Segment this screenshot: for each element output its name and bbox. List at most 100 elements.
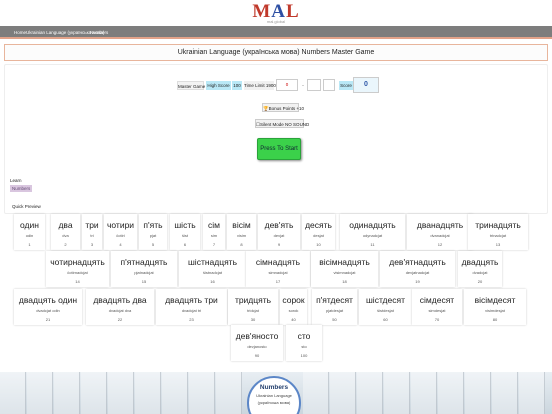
card-number: 19 (415, 279, 420, 284)
card-number: 100 (300, 353, 308, 358)
site-logo[interactable]: MAL mal.global (0, 0, 552, 26)
card-word: дев'ять (264, 220, 294, 230)
card-word: дев'ятнадцять (389, 257, 446, 267)
number-card[interactable]: вісімнадцять visimnadcjat 18 (311, 251, 378, 287)
card-transliteration: pjatnadcjat (134, 270, 154, 275)
card-number: 6 (183, 242, 187, 247)
score-value: 0 (353, 77, 379, 93)
bonus-points-label: Bonus Points +10 (268, 106, 305, 111)
number-card[interactable]: двадцять один dvadcjat odin 21 (14, 289, 82, 325)
number-card[interactable]: чотири čotiri 4 (104, 214, 137, 250)
silent-mode-toggle[interactable]: ☐Silent Mode NO SOUND (255, 119, 309, 128)
card-number: 90 (254, 353, 260, 358)
card-word: тридцять (234, 295, 272, 305)
card-transliteration: simnadcjat (268, 270, 288, 275)
card-word: двадцять (461, 257, 499, 267)
number-card[interactable]: три tri 3 (82, 214, 102, 250)
card-number: 22 (117, 317, 123, 322)
card-number: 12 (437, 242, 443, 247)
card-transliteration: visim (236, 233, 247, 238)
answer-input-left[interactable] (307, 79, 321, 91)
card-word: два (58, 220, 73, 230)
card-number: 8 (240, 242, 243, 247)
number-card[interactable]: один odin 1 (14, 214, 45, 250)
card-word: шістдесят (365, 295, 405, 305)
number-card[interactable]: двадцять dvadcjat 20 (458, 251, 502, 287)
card-transliteration: dvanadcjat (430, 233, 450, 238)
card-transliteration: dvadcjat odin (36, 308, 60, 313)
number-card[interactable]: десять desjat 10 (302, 214, 335, 250)
card-transliteration: šist (182, 233, 188, 238)
number-card[interactable]: дев'яносто devjanosto 90 (231, 325, 283, 361)
start-button[interactable]: Press To Start (257, 138, 301, 160)
number-card[interactable]: п'ятдесят pjatdesjat 50 (312, 289, 357, 325)
card-transliteration: visimnadcjat (333, 270, 356, 275)
learn-numbers-link[interactable]: Numbers (10, 185, 33, 192)
card-transliteration: sim (210, 233, 218, 238)
card-number: 11 (370, 242, 375, 247)
card-word: двадцять один (18, 295, 78, 305)
master-game-label: Master Game (177, 81, 205, 90)
card-number: 10 (316, 242, 321, 247)
number-card[interactable]: шістдесят šistdesjat 60 (359, 289, 412, 325)
number-card[interactable]: шістнадцять šistnadcjat 16 (179, 251, 246, 287)
number-card[interactable]: сімнадцять simnadcjat 17 (246, 251, 310, 287)
card-word: вісімдесят (474, 295, 516, 305)
number-card[interactable]: сто sto 100 (286, 325, 322, 361)
card-number: 7 (212, 242, 216, 247)
number-card[interactable]: двадцять два dvadcjat dva 22 (86, 289, 154, 325)
number-card[interactable]: чотирнадцять čotirnadcjat 14 (46, 251, 109, 287)
card-transliteration: desjat (313, 233, 324, 238)
card-word: шістнадцять (187, 257, 238, 267)
card-number: 16 (210, 279, 215, 284)
time-field[interactable]: 0 (276, 79, 298, 91)
number-card[interactable]: вісім visim 8 (227, 214, 256, 250)
card-word: сімнадцять (255, 257, 301, 267)
card-number: 23 (189, 317, 194, 322)
card-number: 40 (291, 317, 296, 322)
card-transliteration: devjanosto (247, 344, 267, 349)
card-transliteration: odin (25, 233, 34, 238)
number-card[interactable]: п'ятнадцять pjatnadcjat 15 (111, 251, 177, 287)
number-card[interactable]: сім sim 7 (203, 214, 225, 250)
card-number: 3 (90, 242, 94, 247)
number-card[interactable]: тринадцять trinadcjat 13 (468, 214, 528, 250)
card-number: 18 (342, 279, 347, 284)
card-number: 15 (141, 279, 147, 284)
card-transliteration: devjat (273, 233, 285, 238)
card-number: 5 (151, 242, 155, 247)
card-number: 2 (64, 242, 67, 247)
breadcrumb-home[interactable]: Home (14, 30, 26, 35)
number-card[interactable]: одинадцять odynadcjat 11 (340, 214, 405, 250)
number-card[interactable]: шість šist 6 (170, 214, 200, 250)
card-transliteration: simdesjat (428, 308, 446, 313)
card-word: тринадцять (475, 220, 521, 230)
number-card[interactable]: п'ять pjat 5 (139, 214, 167, 250)
card-transliteration: trinadcjat (489, 233, 507, 238)
card-word: дев'яносто (235, 331, 279, 341)
promo-line-1: Ukrainian Language (256, 393, 292, 398)
breadcrumb-section[interactable]: Numbers (90, 30, 108, 35)
answer-input-right[interactable] (323, 79, 335, 91)
card-word: один (20, 220, 39, 230)
card-transliteration: tridcjat (247, 308, 259, 313)
card-number: 4 (119, 242, 122, 247)
score-label: Score (339, 81, 353, 90)
card-word: двадцять два (93, 295, 147, 305)
card-number: 70 (434, 317, 440, 322)
learn-label: Learn (10, 178, 22, 183)
number-card[interactable]: дев'ять devjat 9 (258, 214, 300, 250)
card-transliteration: sto (301, 344, 307, 349)
number-card[interactable]: сорок sorok 40 (280, 289, 307, 325)
number-card[interactable]: два dva 2 (51, 214, 80, 250)
card-word: шість (174, 220, 196, 230)
number-card[interactable]: тридцять tridcjat 30 (228, 289, 278, 325)
number-card[interactable]: двадцять три dvadcjat tri 23 (156, 289, 227, 325)
promo-title: Numbers (259, 384, 289, 391)
number-card[interactable]: дев'ятнадцять devjatnadcjat 19 (380, 251, 455, 287)
number-card[interactable]: вісімдесят visimdesjat 80 (464, 289, 526, 325)
number-card[interactable]: дванадцять dvanadcjat 12 (407, 214, 473, 250)
bonus-points-toggle[interactable]: 🏆Bonus Points +10 (262, 103, 304, 112)
number-card[interactable]: сімдесят simdesjat 70 (412, 289, 462, 325)
card-number: 21 (45, 317, 51, 322)
